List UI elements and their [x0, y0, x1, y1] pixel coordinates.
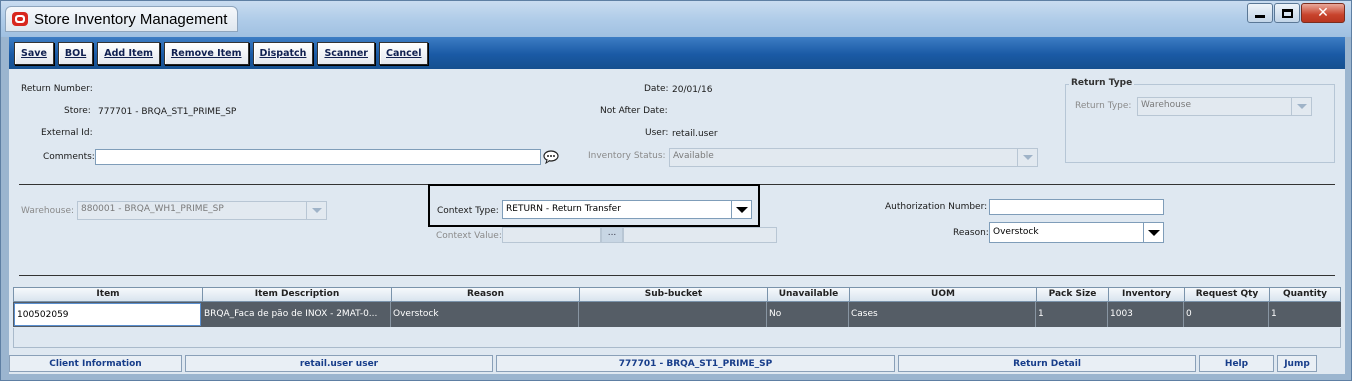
return-type-label: Return Type:	[1075, 101, 1132, 111]
cell-unavailable[interactable]: No	[767, 302, 849, 327]
inventory-status-select[interactable]: Available	[669, 148, 1038, 167]
oracle-logo-icon	[12, 12, 28, 26]
column-header-unavailable[interactable]: Unavailable	[767, 287, 849, 302]
reason-select[interactable]: Overstock	[989, 222, 1164, 243]
grid-divider	[19, 275, 1335, 276]
comments-label: Comments:	[43, 152, 95, 162]
context-value-field[interactable]	[502, 227, 601, 243]
column-header-request-qty[interactable]: Request Qty	[1184, 287, 1269, 302]
client-information-link[interactable]: Client Information	[9, 355, 182, 372]
dispatch-button[interactable]: Dispatch	[252, 41, 314, 65]
column-header-pack-size[interactable]: Pack Size	[1036, 287, 1108, 302]
context-type-dropdown-icon[interactable]	[731, 201, 751, 218]
authorization-number-label: Authorization Number:	[885, 202, 988, 212]
reason-label: Reason:	[953, 228, 989, 238]
status-user: retail.user user	[185, 355, 493, 372]
return-type-group	[1065, 84, 1335, 163]
add-item-button[interactable]: Add Item	[97, 41, 160, 65]
title-bar: Store Inventory Management ✕	[1, 1, 1351, 37]
scanner-button[interactable]: Scanner	[317, 41, 375, 65]
table-row[interactable]: 100502059 BRQA_Faca de pão de INOX - 2MA…	[13, 302, 1341, 327]
warehouse-select[interactable]: 880001 - BRQA_WH1_PRIME_SP	[77, 201, 327, 220]
column-header-inventory[interactable]: Inventory	[1108, 287, 1184, 302]
store-value: 777701 - BRQA_ST1_PRIME_SP	[98, 107, 237, 117]
app-window: Store Inventory Management ✕ Save BOL Ad…	[0, 0, 1352, 381]
return-type-select[interactable]: Warehouse	[1137, 97, 1312, 116]
status-screen-name: Return Detail	[898, 355, 1196, 372]
warehouse-dropdown-icon	[306, 202, 326, 219]
remove-item-button[interactable]: Remove Item	[163, 41, 249, 65]
context-value-lookup-button[interactable]: ...	[601, 227, 623, 243]
return-number-label: Return Number:	[21, 84, 93, 94]
items-table: Item Item Description Reason Sub-bucket …	[13, 287, 1341, 327]
cell-inventory[interactable]: 1003	[1108, 302, 1184, 327]
context-value-label: Context Value:	[436, 231, 502, 241]
close-button[interactable]: ✕	[1301, 3, 1345, 23]
jump-link[interactable]: Jump	[1277, 355, 1317, 372]
save-button[interactable]: Save	[14, 41, 54, 65]
close-icon: ✕	[1317, 5, 1329, 21]
maximize-button[interactable]	[1274, 3, 1300, 23]
comment-icon[interactable]	[543, 150, 559, 164]
return-type-dropdown-icon	[1291, 98, 1311, 115]
cell-request-qty[interactable]: 0	[1184, 302, 1269, 327]
reason-dropdown-icon[interactable]	[1143, 223, 1163, 242]
window-title: Store Inventory Management	[34, 10, 228, 28]
column-header-quantity[interactable]: Quantity	[1269, 287, 1341, 302]
title-tab: Store Inventory Management	[5, 6, 239, 32]
cancel-button[interactable]: Cancel	[379, 41, 429, 65]
authorization-number-field[interactable]	[989, 199, 1164, 215]
inventory-status-label: Inventory Status:	[588, 151, 666, 161]
cell-quantity[interactable]: 1	[1269, 302, 1341, 327]
table-empty-area	[13, 328, 1341, 348]
user-label: User:	[645, 128, 669, 138]
external-id-label: External Id:	[41, 128, 93, 138]
column-header-reason[interactable]: Reason	[391, 287, 579, 302]
window-controls: ✕	[1247, 3, 1345, 23]
return-type-group-title: Return Type	[1069, 78, 1135, 88]
cell-sub-bucket[interactable]	[579, 302, 767, 327]
comments-field[interactable]	[95, 149, 541, 165]
column-header-uom[interactable]: UOM	[849, 287, 1036, 302]
table-header: Item Item Description Reason Sub-bucket …	[13, 287, 1341, 302]
cell-item-description[interactable]: BRQA_Faca de pão de INOX - 2MAT-0...	[202, 302, 391, 327]
context-type-select[interactable]: RETURN - Return Transfer	[502, 200, 752, 219]
minimize-button[interactable]	[1247, 3, 1273, 23]
minimize-icon	[1255, 15, 1265, 18]
context-type-label: Context Type:	[437, 206, 499, 216]
inventory-status-dropdown-icon	[1017, 149, 1037, 166]
context-value-description	[623, 227, 777, 243]
status-bar: Client Information retail.user user 7777…	[9, 355, 1345, 374]
help-link[interactable]: Help	[1199, 355, 1274, 372]
cell-item[interactable]: 100502059	[14, 303, 201, 326]
column-header-sub-bucket[interactable]: Sub-bucket	[579, 287, 767, 302]
bol-button[interactable]: BOL	[57, 41, 94, 65]
store-label: Store:	[64, 106, 91, 116]
status-store: 777701 - BRQA_ST1_PRIME_SP	[496, 355, 895, 372]
date-label: Date:	[644, 84, 669, 94]
not-after-date-label: Not After Date:	[600, 106, 668, 116]
maximize-icon	[1281, 8, 1293, 18]
toolbar: Save BOL Add Item Remove Item Dispatch S…	[9, 37, 1345, 69]
cell-pack-size[interactable]: 1	[1036, 302, 1108, 327]
column-header-item-description[interactable]: Item Description	[202, 287, 391, 302]
cell-reason[interactable]: Overstock	[391, 302, 579, 327]
return-detail-panel: Return Number: Store: 777701 - BRQA_ST1_…	[9, 69, 1345, 374]
date-value: 20/01/16	[672, 85, 713, 95]
user-value: retail.user	[672, 129, 718, 139]
column-header-item[interactable]: Item	[13, 287, 202, 302]
cell-uom[interactable]: Cases	[849, 302, 1036, 327]
warehouse-label: Warehouse:	[21, 206, 75, 216]
